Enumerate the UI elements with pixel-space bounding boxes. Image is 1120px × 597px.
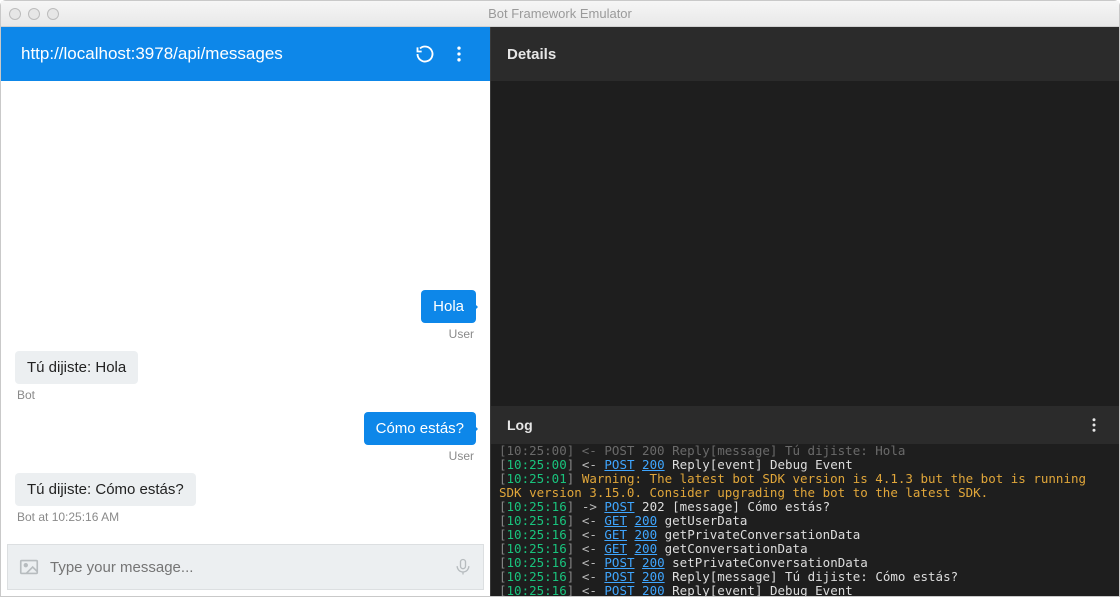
log-line[interactable]: [10:25:16] <- GET 200 getUserData bbox=[499, 514, 1111, 528]
log-menu-button[interactable] bbox=[1085, 416, 1103, 434]
details-title: Details bbox=[507, 46, 556, 63]
bot-message[interactable]: Tú dijiste: Hola Bot bbox=[15, 351, 476, 402]
log-line[interactable]: [10:25:00] <- POST 200 Reply[message] Tú… bbox=[499, 444, 1111, 458]
image-icon bbox=[18, 556, 40, 578]
log-line[interactable]: [10:25:16] <- POST 200 Reply[message] Tú… bbox=[499, 570, 1111, 584]
message-bubble: Hola bbox=[421, 290, 476, 323]
log-title: Log bbox=[507, 417, 533, 433]
details-body bbox=[491, 81, 1119, 406]
image-upload-button[interactable] bbox=[18, 556, 40, 578]
refresh-button[interactable] bbox=[408, 37, 442, 71]
inspector-panel: Details Log [10:25:00] <- POST 200 Reply… bbox=[491, 27, 1119, 596]
titlebar: Bot Framework Emulator bbox=[1, 1, 1119, 27]
bot-message[interactable]: Tú dijiste: Cómo estás? Bot at 10:25:16 A… bbox=[15, 473, 476, 524]
details-header: Details bbox=[491, 27, 1119, 81]
microphone-icon bbox=[453, 557, 473, 577]
app-window: Bot Framework Emulator http://localhost:… bbox=[0, 0, 1120, 597]
chat-transcript: Hola User Tú dijiste: Hola Bot Cómo estás? Us… bbox=[1, 81, 490, 538]
window-title: Bot Framework Emulator bbox=[1, 6, 1119, 21]
more-menu-button[interactable] bbox=[442, 37, 476, 71]
message-sender: User bbox=[447, 449, 476, 463]
message-sender: Bot at 10:25:16 AM bbox=[15, 510, 121, 524]
user-message[interactable]: Cómo estás? User bbox=[15, 412, 476, 463]
message-bubble: Tú dijiste: Hola bbox=[15, 351, 138, 384]
mic-button[interactable] bbox=[453, 557, 473, 577]
log-line[interactable]: [10:25:16] <- GET 200 getConversationDat… bbox=[499, 542, 1111, 556]
message-bubble: Cómo estás? bbox=[364, 412, 476, 445]
app-body: http://localhost:3978/api/messages Hola U… bbox=[1, 27, 1119, 596]
log-line[interactable]: [10:25:00] <- POST 200 Reply[event] Debu… bbox=[499, 458, 1111, 472]
message-input[interactable] bbox=[50, 559, 443, 576]
log-line[interactable]: [10:25:16] <- POST 200 setPrivateConvers… bbox=[499, 556, 1111, 570]
log-line[interactable]: [10:25:16] <- POST 200 Reply[event] Debu… bbox=[499, 584, 1111, 596]
kebab-icon bbox=[449, 44, 469, 64]
message-bubble: Tú dijiste: Cómo estás? bbox=[15, 473, 196, 506]
endpoint-url[interactable]: http://localhost:3978/api/messages bbox=[21, 44, 408, 64]
kebab-icon bbox=[1085, 416, 1103, 434]
message-composer bbox=[7, 544, 484, 590]
log-line[interactable]: [10:25:01] Warning: The latest bot SDK v… bbox=[499, 472, 1111, 500]
log-header: Log bbox=[491, 406, 1119, 444]
message-sender: User bbox=[447, 327, 476, 341]
address-bar: http://localhost:3978/api/messages bbox=[1, 27, 490, 81]
log-line[interactable]: [10:25:16] -> POST 202 [message] Cómo es… bbox=[499, 500, 1111, 514]
message-sender: Bot bbox=[15, 388, 37, 402]
chat-panel: http://localhost:3978/api/messages Hola U… bbox=[1, 27, 491, 596]
log-line[interactable]: [10:25:16] <- GET 200 getPrivateConversa… bbox=[499, 528, 1111, 542]
refresh-icon bbox=[415, 44, 435, 64]
log-body[interactable]: [10:25:00] <- POST 200 Reply[message] Tú… bbox=[491, 444, 1119, 596]
user-message[interactable]: Hola User bbox=[15, 290, 476, 341]
